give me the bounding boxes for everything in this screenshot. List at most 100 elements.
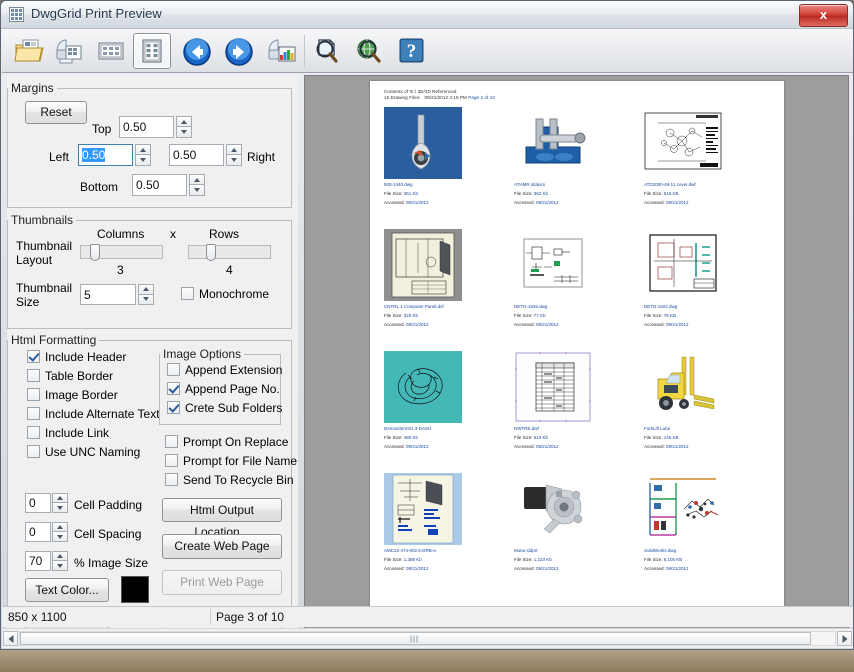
image-size-input[interactable] <box>25 551 51 571</box>
next-page-button[interactable] <box>220 33 258 69</box>
close-button[interactable]: x <box>799 4 848 27</box>
thumbnail-size-input[interactable] <box>80 284 136 305</box>
thumbnail-image[interactable] <box>514 351 644 423</box>
append-page-no-checkbox[interactable]: Append Page No. <box>167 382 280 396</box>
checkbox-box <box>165 435 178 448</box>
thumbnail-size-stepper[interactable] <box>138 284 154 305</box>
prompt-for-file-name-checkbox[interactable]: Prompt for File Name <box>165 454 297 468</box>
html-output-location-button[interactable]: Html Output Location... <box>162 498 282 522</box>
include-alternate-text-checkbox[interactable]: Include Alternate Text <box>27 407 160 421</box>
thumbnail-image[interactable] <box>514 473 644 545</box>
thumbnail-image[interactable] <box>514 107 644 179</box>
cell-spacing-input[interactable] <box>25 522 51 542</box>
cell-padding-stepper-down[interactable] <box>52 503 68 513</box>
right-margin-stepper-down[interactable] <box>226 155 242 166</box>
image-border-checkbox[interactable]: Image Border <box>27 388 118 402</box>
thumbnail-cell[interactable]: ATD2000-49-11 cover.dwfFile Size: 516 KB… <box>644 107 774 207</box>
cell-spacing-stepper[interactable] <box>52 522 68 542</box>
image-size-stepper[interactable] <box>52 551 68 571</box>
right-margin-stepper[interactable] <box>226 144 242 166</box>
thumbnail-cell[interactable]: CNTRL 1 Computer Panel.dxfFile Size: 320… <box>384 229 514 329</box>
left-margin-stepper-up[interactable] <box>135 144 151 155</box>
thumbnail-cell[interactable]: Demointerm01.3-DASHFile Size: 480 KbAcce… <box>384 351 514 451</box>
thumbnail-image[interactable] <box>644 107 774 179</box>
cell-spacing-stepper-down[interactable] <box>52 532 68 542</box>
zoom-page-button[interactable] <box>307 33 345 69</box>
thumbnail-image[interactable] <box>644 229 774 301</box>
bottom-margin-label: Bottom <box>80 180 118 194</box>
columns-slider-thumb[interactable] <box>90 244 100 261</box>
text-color-button[interactable]: Text Color... <box>25 578 109 602</box>
rows-slider-thumb[interactable] <box>206 244 216 261</box>
scrollbar-thumb[interactable] <box>20 632 811 645</box>
thumbnail-image[interactable] <box>514 229 644 301</box>
cell-padding-stepper[interactable] <box>52 493 68 513</box>
thumbnail-cell[interactable]: DETD-1502.dwgFile Size: 76 KBAccessed: 0… <box>644 229 774 329</box>
thumbnail-cell[interactable]: DWTRE.dwfFile Size: 610 KbAccessed: 09/2… <box>514 351 644 451</box>
create-web-page-button[interactable]: Create Web Page <box>162 534 282 559</box>
thumbnail-cell[interactable]: AMC22-474-002.5-DRB-aFile Size: 1,388 Kb… <box>384 473 514 573</box>
left-margin-stepper[interactable] <box>135 144 151 166</box>
thumbnail-cell[interactable]: SolidWorks.dwgFile Size: 5,105 KBAccesse… <box>644 473 774 573</box>
thumbnail-image[interactable] <box>384 107 514 179</box>
send-to-recycle-bin-checkbox[interactable]: Send To Recycle Bin <box>165 473 294 487</box>
web-preview-button[interactable] <box>350 33 388 69</box>
right-margin-stepper-up[interactable] <box>226 144 242 155</box>
bottom-margin-stepper[interactable] <box>189 174 205 196</box>
cell-padding-stepper-up[interactable] <box>52 493 68 503</box>
thumbnail-cell[interactable]: DETO-1525.dwgFile Size: 77 KbAccessed: 0… <box>514 229 644 329</box>
image-size-stepper-down[interactable] <box>52 561 68 571</box>
thumbnail-size-stepper-up[interactable] <box>138 284 154 295</box>
scrollbar-track[interactable] <box>19 631 836 646</box>
cell-spacing-stepper-up[interactable] <box>52 522 68 532</box>
top-margin-stepper[interactable] <box>176 116 192 138</box>
open-folder-button[interactable] <box>10 33 48 69</box>
thumbnail-image[interactable] <box>384 473 514 545</box>
help-button[interactable]: ? <box>392 33 430 69</box>
desktop-background <box>0 650 854 672</box>
thumbnail-cell[interactable]: ForkLift LubeFile Size: 145 KBAccessed: … <box>644 351 774 451</box>
rows-slider[interactable] <box>188 245 271 259</box>
columns-slider[interactable] <box>80 245 163 259</box>
thumbnail-large-grid-button[interactable] <box>133 33 171 69</box>
bottom-margin-input[interactable] <box>132 174 187 196</box>
thumbnail-image[interactable] <box>644 351 774 423</box>
horizontal-scrollbar[interactable] <box>2 628 853 648</box>
monochrome-checkbox[interactable]: Monochrome <box>181 287 269 301</box>
thumbnail-image[interactable] <box>384 229 514 301</box>
right-margin-input[interactable] <box>169 144 224 166</box>
top-margin-input[interactable] <box>119 116 174 138</box>
previous-page-button[interactable] <box>178 33 216 69</box>
thumbnail-cell[interactable]: 500-1440.dwgFile Size: 361 KbAccessed: 0… <box>384 107 514 207</box>
thumbnail-image[interactable] <box>384 351 514 423</box>
image-border-label: Image Border <box>45 388 118 402</box>
print-button[interactable] <box>50 33 88 69</box>
left-margin-input[interactable]: 0.50 <box>78 144 133 166</box>
create-sub-folders-checkbox[interactable]: Crete Sub Folders <box>167 401 282 415</box>
bottom-margin-stepper-up[interactable] <box>189 174 205 185</box>
print-color-button[interactable] <box>263 33 301 69</box>
bottom-margin-stepper-down[interactable] <box>189 185 205 196</box>
thumbnail-cell[interactable]: Motor.sldprtFile Size: 1,223 KbAccessed:… <box>514 473 644 573</box>
include-header-checkbox[interactable]: Include Header <box>27 350 126 364</box>
checkbox-box <box>167 363 180 376</box>
print-preview-area[interactable]: Contents of 'E:\ 3D/2D Referenced 15 Dra… <box>304 75 849 630</box>
image-size-stepper-up[interactable] <box>52 551 68 561</box>
table-border-checkbox[interactable]: Table Border <box>27 369 113 383</box>
top-margin-stepper-up[interactable] <box>176 116 192 127</box>
include-link-checkbox[interactable]: Include Link <box>27 426 109 440</box>
append-extension-checkbox[interactable]: Append Extension <box>167 363 282 377</box>
prompt-on-replace-checkbox[interactable]: Prompt On Replace <box>165 435 288 449</box>
reset-margins-button[interactable]: Reset <box>25 101 87 124</box>
thumbnail-image[interactable] <box>644 473 774 545</box>
use-unc-naming-checkbox[interactable]: Use UNC Naming <box>27 445 140 459</box>
left-margin-stepper-down[interactable] <box>135 155 151 166</box>
scroll-left-arrow-icon[interactable] <box>3 631 18 646</box>
thumbnail-size-stepper-down[interactable] <box>138 295 154 306</box>
top-margin-stepper-down[interactable] <box>176 127 192 138</box>
cell-padding-input[interactable] <box>25 493 51 513</box>
thumbnail-small-grid-button[interactable] <box>92 33 130 69</box>
scroll-right-arrow-icon[interactable] <box>837 631 852 646</box>
thumbnail-cell[interactable]: ATHMR.sldasmFile Size: 362 KbAccessed: 0… <box>514 107 644 207</box>
text-color-swatch[interactable] <box>121 576 149 603</box>
